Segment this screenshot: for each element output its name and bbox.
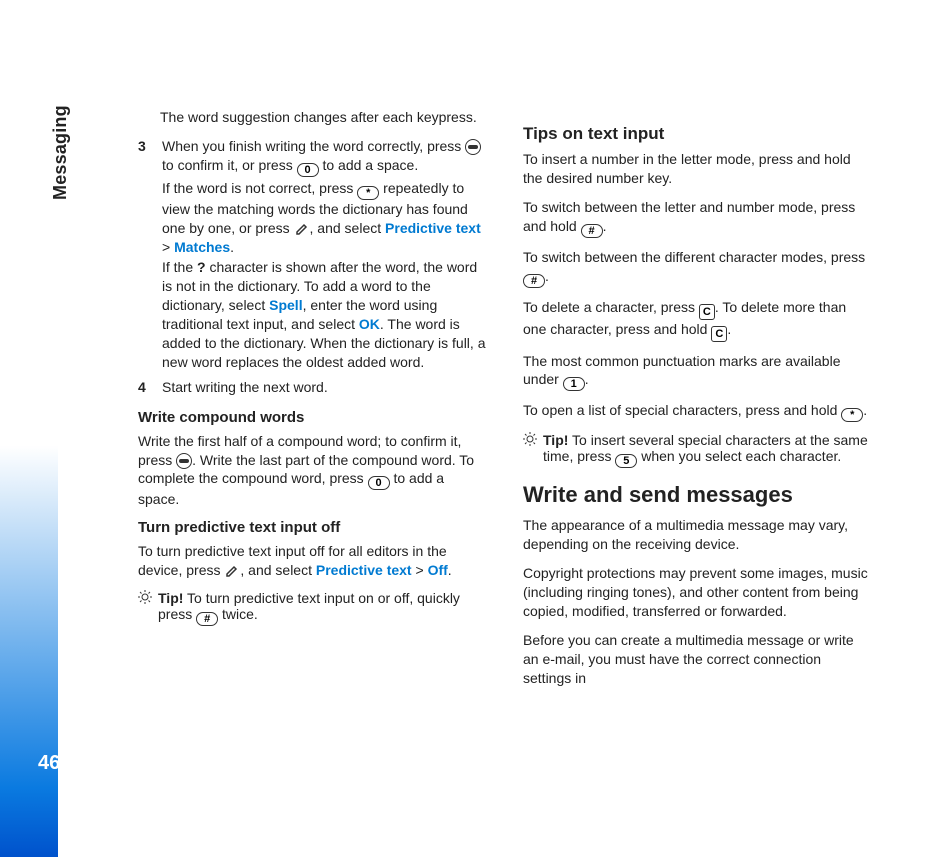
five-key-icon: 5 [615, 454, 637, 468]
step-number: 4 [138, 378, 152, 399]
step-3: 3 When you finish writing the word corre… [138, 137, 487, 374]
tip-1-body: Tip! To turn predictive text input on or… [158, 590, 487, 626]
one-key-icon: 1 [563, 377, 585, 391]
ws-p1: The appearance of a multimedia message m… [523, 516, 872, 554]
predictive-text-link[interactable]: Predictive text [385, 220, 481, 236]
ws-p2: Copyright protections may prevent some i… [523, 564, 872, 621]
content: The word suggestion changes after each k… [92, 0, 932, 857]
compound-paragraph: Write the first half of a compound word;… [138, 432, 487, 510]
heading-tips: Tips on text input [523, 124, 872, 144]
tips-p3: To switch between the different characte… [523, 248, 872, 288]
zero-key-icon: 0 [297, 163, 319, 177]
hash-key-icon: # [523, 274, 545, 288]
tips-p1: To insert a number in the letter mode, p… [523, 150, 872, 188]
question-mark: ? [197, 259, 206, 275]
heading-compound-words: Write compound words [138, 409, 487, 426]
step-3-body: When you finish writing the word correct… [162, 137, 487, 374]
section-label: Messaging [50, 105, 71, 200]
step-3a: When you finish writing the word correct… [162, 137, 487, 177]
predictive-text-link[interactable]: Predictive text [316, 562, 412, 578]
step-3c: If the ? character is shown after the wo… [162, 258, 487, 371]
spell-link[interactable]: Spell [269, 297, 302, 313]
nav-key-icon [176, 453, 192, 469]
column-right: Tips on text input To insert a number in… [523, 108, 872, 857]
zero-key-icon: 0 [368, 476, 390, 490]
tip-2-body: Tip! To insert several special character… [543, 432, 872, 468]
tip-label: Tip! [158, 590, 183, 606]
tip-1: Tip! To turn predictive text input on or… [138, 590, 487, 626]
pencil-key-icon [224, 562, 240, 578]
step-number: 3 [138, 137, 152, 374]
pencil-key-icon [294, 220, 310, 236]
turnoff-paragraph: To turn predictive text input off for al… [138, 542, 487, 580]
tips-p6: To open a list of special characters, pr… [523, 401, 872, 422]
star-key-icon: * [357, 186, 379, 200]
step-list: 3 When you finish writing the word corre… [138, 137, 487, 399]
tip-label: Tip! [543, 432, 568, 448]
tips-p5: The most common punctuation marks are av… [523, 352, 872, 392]
heading-write-send: Write and send messages [523, 482, 872, 508]
sidebar: Messaging 46 [0, 0, 92, 857]
clear-key-icon: C [711, 326, 727, 342]
tip-2: Tip! To insert several special character… [523, 432, 872, 468]
hash-key-icon: # [581, 224, 603, 238]
page: Messaging 46 The word suggestion changes… [0, 0, 932, 857]
tip-icon [138, 590, 152, 604]
step-4-text: Start writing the next word. [162, 378, 487, 397]
off-link[interactable]: Off [428, 562, 448, 578]
step-4: 4 Start writing the next word. [138, 378, 487, 399]
step-4-body: Start writing the next word. [162, 378, 487, 399]
hash-key-icon: # [196, 612, 218, 626]
page-number: 46 [38, 752, 60, 775]
tips-p4: To delete a character, press C. To delet… [523, 298, 872, 342]
ws-p3: Before you can create a multimedia messa… [523, 631, 872, 688]
intro-text: The word suggestion changes after each k… [138, 108, 487, 127]
star-key-icon: * [841, 408, 863, 422]
matches-link[interactable]: Matches [174, 239, 230, 255]
tips-p2: To switch between the letter and number … [523, 198, 872, 238]
ok-link[interactable]: OK [359, 316, 380, 332]
heading-turn-off: Turn predictive text input off [138, 519, 487, 536]
column-left: The word suggestion changes after each k… [138, 108, 487, 857]
nav-key-icon [465, 139, 481, 155]
step-3b: If the word is not correct, press * repe… [162, 179, 487, 257]
clear-key-icon: C [699, 304, 715, 320]
tip-icon [523, 432, 537, 446]
